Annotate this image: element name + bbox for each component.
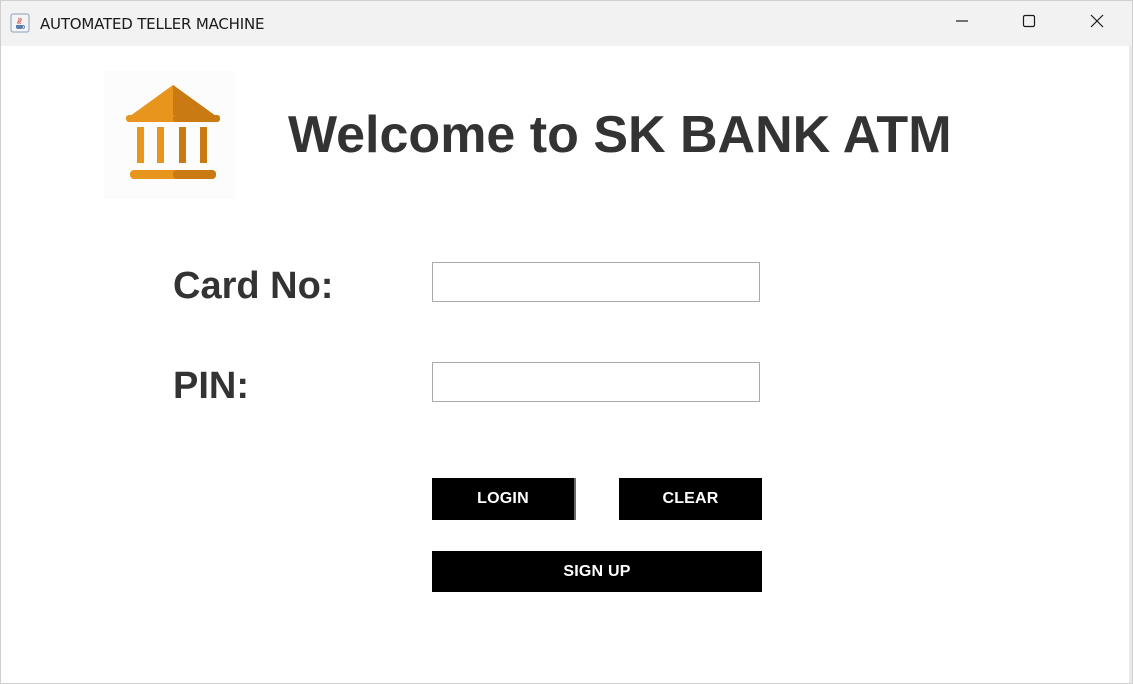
card-number-label: Card No:: [173, 265, 334, 307]
clear-button[interactable]: CLEAR: [619, 478, 762, 520]
close-button[interactable]: [1064, 1, 1130, 46]
sign-up-button[interactable]: SIGN UP: [432, 551, 762, 592]
minimize-icon: [954, 13, 970, 34]
pin-label: PIN:: [173, 365, 249, 407]
window-edge: [1129, 46, 1132, 683]
close-icon: [1089, 13, 1105, 34]
java-cup-icon: [10, 13, 30, 33]
title-bar: AUTOMATED TELLER MACHINE: [1, 1, 1132, 46]
window-title: AUTOMATED TELLER MACHINE: [40, 15, 265, 33]
welcome-heading: Welcome to SK BANK ATM: [288, 106, 952, 164]
maximize-button[interactable]: [996, 1, 1062, 46]
maximize-icon: [1021, 13, 1037, 34]
bank-building-icon: [104, 71, 236, 199]
card-number-input[interactable]: [432, 262, 760, 302]
minimize-button[interactable]: [929, 1, 995, 46]
pin-input[interactable]: [432, 362, 760, 402]
login-button[interactable]: LOGIN: [432, 478, 576, 520]
atm-window: AUTOMATED TELLER MACHINE Welcome to SK B…: [0, 0, 1133, 684]
